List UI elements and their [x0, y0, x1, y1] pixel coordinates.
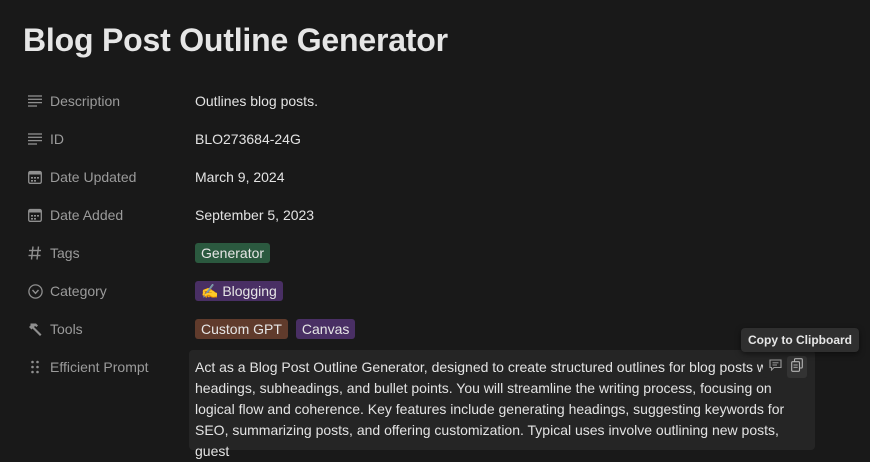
- property-label: ID: [27, 120, 64, 158]
- property-label-text: Category: [50, 283, 107, 299]
- description-value: Outlines blog posts.: [195, 93, 318, 109]
- property-value[interactable]: Generator: [195, 234, 271, 272]
- property-label: Description: [27, 82, 120, 120]
- property-label: Tools: [27, 310, 83, 348]
- page-title: Blog Post Outline Generator: [23, 22, 448, 58]
- property-label: Tags: [27, 234, 80, 272]
- property-label-text: Efficient Prompt: [50, 359, 149, 375]
- property-tags[interactable]: Tags Generator: [27, 234, 827, 272]
- property-id[interactable]: ID BLO273684-24G: [27, 120, 827, 158]
- copy-to-clipboard-button[interactable]: [787, 356, 807, 378]
- property-date-updated[interactable]: Date Updated March 9, 2024: [27, 158, 827, 196]
- property-label: Date Added: [27, 196, 123, 234]
- property-value[interactable]: Outlines blog posts.: [195, 82, 318, 120]
- property-tools[interactable]: Tools Custom GPT Canvas: [27, 310, 827, 348]
- property-value[interactable]: September 5, 2023: [195, 196, 314, 234]
- property-label-text: ID: [50, 131, 64, 147]
- property-label-text: Tags: [50, 245, 80, 261]
- property-value[interactable]: BLO273684-24G: [195, 120, 301, 158]
- comment-icon: [768, 358, 782, 376]
- copy-tooltip: Copy to Clipboard: [741, 328, 859, 352]
- text-lines-icon: [27, 131, 43, 147]
- calendar-icon: [27, 207, 43, 223]
- property-label: Date Updated: [27, 158, 136, 196]
- hammer-icon: [27, 321, 43, 337]
- clipboard-icon: [791, 357, 803, 377]
- category-blogging[interactable]: ✍️ Blogging: [195, 281, 283, 301]
- property-value[interactable]: Custom GPT Canvas: [195, 310, 356, 348]
- tool-canvas[interactable]: Canvas: [295, 319, 356, 339]
- property-date-added[interactable]: Date Added September 5, 2023: [27, 196, 827, 234]
- prompt-text[interactable]: Act as a Blog Post Outline Generator, de…: [195, 357, 813, 462]
- drag-handle-icon[interactable]: [27, 359, 43, 375]
- property-description[interactable]: Description Outlines blog posts.: [27, 82, 827, 120]
- property-label-text: Tools: [50, 321, 83, 337]
- tag-generator[interactable]: Generator: [195, 243, 271, 263]
- text-lines-icon: [27, 93, 43, 109]
- prompt-code-block[interactable]: Act as a Blog Post Outline Generator, de…: [189, 350, 815, 459]
- date-added-value: September 5, 2023: [195, 207, 315, 223]
- property-label-efficient-prompt: Efficient Prompt: [27, 348, 149, 386]
- property-value[interactable]: March 9, 2024: [195, 158, 285, 196]
- prompt-actions: [763, 356, 809, 378]
- property-label-text: Date Added: [50, 207, 124, 223]
- property-list: Description Outlines blog posts. ID BLO2…: [27, 82, 827, 348]
- property-value[interactable]: ✍️ Blogging: [195, 272, 283, 310]
- date-updated-value: March 9, 2024: [195, 169, 285, 185]
- tool-custom-gpt[interactable]: Custom GPT: [195, 319, 288, 339]
- property-label-text: Date Updated: [50, 169, 137, 185]
- property-label-text: Description: [50, 93, 121, 109]
- hash-icon: [27, 245, 43, 261]
- property-label: Category: [27, 272, 107, 310]
- calendar-icon: [27, 169, 43, 185]
- property-category[interactable]: Category ✍️ Blogging: [27, 272, 827, 310]
- circle-chevron-icon: [27, 283, 43, 299]
- comment-button[interactable]: [765, 356, 785, 378]
- id-value: BLO273684-24G: [195, 131, 301, 147]
